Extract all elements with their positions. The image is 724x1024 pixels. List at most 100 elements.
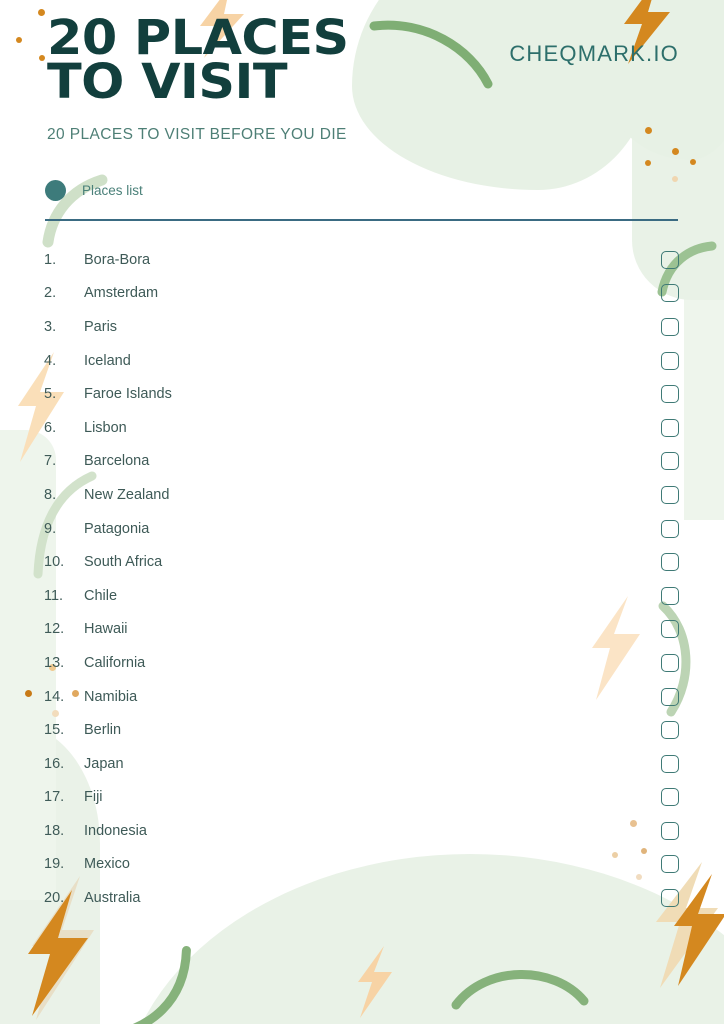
list-item-label: California: [84, 654, 146, 671]
checkbox-icon[interactable]: [661, 317, 679, 336]
list-item-label: Amsterdam: [84, 285, 159, 302]
list-item-label: Lisbon: [84, 419, 127, 436]
places-list: 1. Bora-Bora 2. Amsterdam 3. Paris 4. Iceland 5.…: [0, 243, 724, 915]
list-item-label: Bora-Bora: [84, 251, 151, 268]
list-item-number: 5.: [44, 386, 57, 403]
list-item[interactable]: 19. Mexico: [0, 848, 724, 882]
checkbox-icon[interactable]: [661, 687, 679, 706]
list-item-number: 9.: [44, 520, 57, 537]
list-item-number: 6.: [44, 419, 57, 436]
header-green-blob: [352, 0, 652, 190]
list-item-number: 11.: [44, 587, 64, 604]
list-item[interactable]: 6. Lisbon: [0, 411, 724, 445]
header-divider: [45, 219, 678, 221]
decorative-dot: [645, 127, 652, 134]
list-item-number: 14.: [44, 688, 65, 705]
header-green-arc-icon: [369, 14, 510, 94]
list-item-label: Faroe Islands: [84, 386, 172, 403]
checkbox-icon[interactable]: [661, 250, 679, 269]
decorative-dot: [672, 148, 679, 155]
list-item[interactable]: 2. Amsterdam: [0, 277, 724, 311]
list-item-number: 15.: [44, 722, 65, 739]
list-item-number: 19.: [44, 856, 65, 873]
list-item-number: 1.: [44, 251, 57, 268]
list-item[interactable]: 13. California: [0, 646, 724, 680]
list-item[interactable]: 10. South Africa: [0, 545, 724, 579]
list-item[interactable]: 8. New Zealand: [0, 478, 724, 512]
list-item-label: South Africa: [84, 554, 163, 571]
list-item-number: 2.: [44, 285, 57, 302]
list-item-label: Japan: [84, 755, 124, 772]
checkbox-icon[interactable]: [661, 519, 679, 538]
checkbox-icon[interactable]: [661, 889, 679, 908]
decorative-dot: [690, 159, 696, 165]
list-item[interactable]: 15. Berlin: [0, 713, 724, 747]
checkbox-icon[interactable]: [661, 553, 679, 572]
footer-right-green-arc-icon: [450, 955, 590, 1015]
list-item-number: 4.: [44, 352, 57, 369]
page-title-line2: TO VISIT: [47, 54, 288, 111]
checklist-page: 20 PLACES TO VISIT CHEQMARK.IO 20 PLACES…: [0, 0, 724, 1024]
checkbox-icon[interactable]: [661, 418, 679, 437]
list-item-label: Hawaii: [84, 621, 128, 638]
checkbox-icon[interactable]: [661, 754, 679, 773]
list-item-label: Iceland: [84, 352, 131, 369]
checkbox-icon[interactable]: [661, 855, 679, 874]
page-title: 20 PLACES TO VISIT: [47, 14, 349, 111]
list-item-label: Chile: [84, 587, 118, 604]
list-item-number: 8.: [44, 486, 57, 503]
checkbox-icon[interactable]: [661, 586, 679, 605]
list-item-label: Australia: [84, 890, 141, 907]
list-item-number: 12.: [44, 621, 65, 638]
checkbox-icon[interactable]: [661, 284, 679, 303]
list-item[interactable]: 16. Japan: [0, 747, 724, 781]
list-item-number: 17.: [44, 789, 65, 806]
header-green-blob-secondary: [600, 0, 724, 160]
list-item[interactable]: 3. Paris: [0, 310, 724, 344]
checkbox-icon[interactable]: [661, 620, 679, 639]
page-subtitle: 20 PLACES TO VISIT BEFORE YOU DIE: [47, 126, 347, 143]
lightning-bolt-icon-footer-center: [352, 946, 398, 1018]
decorative-dot: [645, 160, 651, 166]
list-item-label: Namibia: [84, 688, 138, 705]
list-item-label: Mexico: [84, 856, 130, 873]
list-item[interactable]: 4. Iceland: [0, 344, 724, 378]
list-item[interactable]: 14. Namibia: [0, 680, 724, 714]
list-item-label: Patagonia: [84, 520, 150, 537]
list-item-label: Indonesia: [84, 822, 147, 839]
places-list-header-label: Places list: [82, 183, 143, 198]
list-item-number: 16.: [44, 755, 65, 772]
checkbox-icon[interactable]: [661, 653, 679, 672]
brand-name-header: CHEQMARK.IO: [509, 41, 679, 66]
list-item[interactable]: 9. Patagonia: [0, 512, 724, 546]
list-item[interactable]: 20. Australia: [0, 881, 724, 915]
list-item-number: 7.: [44, 453, 57, 470]
list-item[interactable]: 12. Hawaii: [0, 613, 724, 647]
list-item[interactable]: 5. Faroe Islands: [0, 377, 724, 411]
checkbox-icon[interactable]: [661, 385, 679, 404]
places-list-header: Places list: [45, 180, 143, 201]
decorative-dot: [39, 55, 45, 61]
list-item-label: Berlin: [84, 722, 122, 739]
checkbox-icon[interactable]: [661, 788, 679, 807]
checkbox-icon[interactable]: [661, 485, 679, 504]
checkbox-icon[interactable]: [661, 721, 679, 740]
list-item[interactable]: 1. Bora-Bora: [0, 243, 724, 277]
checkbox-icon[interactable]: [661, 351, 679, 370]
checkbox-icon[interactable]: [661, 452, 679, 471]
list-item-number: 13.: [44, 654, 65, 671]
list-item-number: 20.: [44, 890, 65, 907]
checkbox-icon[interactable]: [661, 821, 679, 840]
list-item[interactable]: 17. Fiji: [0, 781, 724, 815]
list-item-number: 18.: [44, 822, 65, 839]
list-item[interactable]: 18. Indonesia: [0, 814, 724, 848]
decorative-dot: [38, 9, 45, 16]
list-item-label: Fiji: [84, 789, 103, 806]
list-item-label: Barcelona: [84, 453, 150, 470]
list-item[interactable]: 11. Chile: [0, 579, 724, 613]
list-item[interactable]: 7. Barcelona: [0, 445, 724, 479]
list-item-label: New Zealand: [84, 486, 170, 503]
footer-left-green-arc-icon: [88, 940, 198, 1024]
decorative-dot: [672, 176, 678, 182]
list-item-number: 10.: [44, 554, 65, 571]
